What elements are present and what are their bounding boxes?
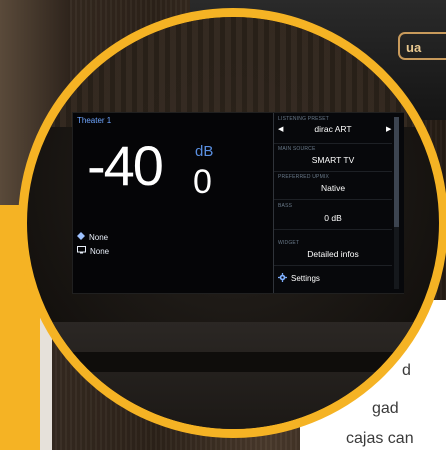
volume-integer: -40 [87,134,164,197]
speaker-source-label: None [89,232,109,242]
speaker-icon [77,232,85,242]
settings-label: Settings [291,274,320,283]
widget-label: WIDGET [278,240,300,246]
profile-name[interactable]: Theater 1 [77,116,111,125]
main-source-item[interactable]: MAIN SOURCE SMART TV [274,143,392,172]
volume-unit: dB [195,143,214,160]
main-source-label: MAIN SOURCE [278,146,316,152]
side-pane: LISTENING PRESET ◀ dirac ART ▶ MAIN SOUR… [273,113,404,293]
listening-preset-value: dirac ART [314,124,352,134]
display-icon [77,246,86,256]
lower-device-slot [67,352,399,372]
bass-label: BASS [278,203,293,209]
widget-item[interactable]: WIDGET Detailed infos [274,237,392,266]
listening-preset-selector[interactable]: LISTENING PRESET ◀ dirac ART ▶ [274,113,392,144]
zoom-circle: Theater 1 -40 dB 0 None None LISTENING P… [18,8,446,438]
listening-preset-label: LISTENING PRESET [278,116,329,122]
main-source-value: SMART TV [311,155,355,165]
gear-icon [278,273,287,284]
preset-next-icon[interactable]: ▶ [386,125,391,133]
volume-decimal: 0 [193,163,212,201]
processor-screen: Theater 1 -40 dB 0 None None LISTENING P… [72,112,404,294]
speaker-source-row[interactable]: None [77,232,108,242]
preferred-upmix-label: PREFERRED UPMIX [278,174,330,180]
preferred-upmix-value: Native [320,183,346,193]
scrollbar-thumb[interactable] [394,117,399,227]
preferred-upmix-item[interactable]: PREFERRED UPMIX Native [274,171,392,200]
settings-button[interactable]: Settings [278,273,320,284]
display-source-label: None [90,246,110,256]
display-source-row[interactable]: None [77,246,109,256]
lower-device [27,322,439,429]
widget-value: Detailed infos [307,249,359,259]
bass-value: 0 dB [324,213,342,223]
circle-wood-backdrop [27,17,439,127]
side-pane-scrollbar[interactable] [394,117,399,289]
bass-item[interactable]: BASS 0 dB [274,199,392,230]
article-text-line-3: cajas can [346,430,414,447]
main-pane: Theater 1 -40 dB 0 None None [73,113,273,293]
